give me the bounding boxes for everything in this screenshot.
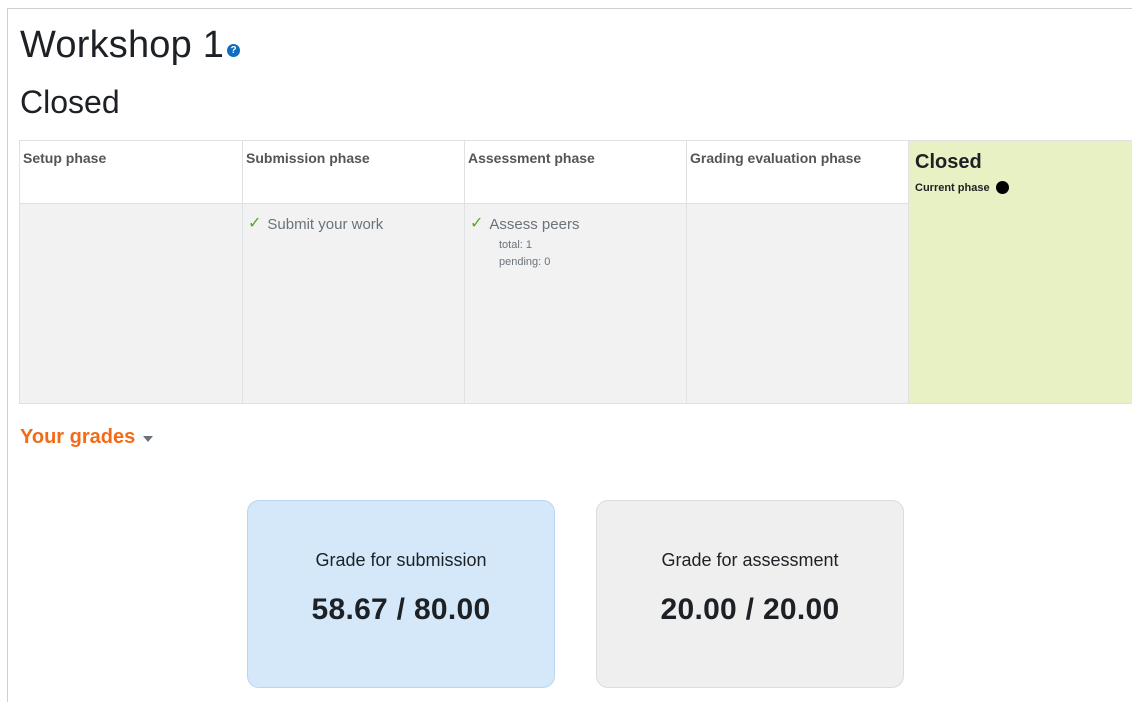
phase-grading-evaluation: Grading evaluation phase bbox=[687, 141, 909, 403]
caret-down-icon[interactable] bbox=[143, 436, 154, 442]
phase-grading-evaluation-tasks bbox=[687, 204, 908, 403]
current-phase-label: Current phase bbox=[915, 181, 990, 194]
task-label: Assess peers bbox=[489, 216, 580, 233]
phase-submission: Submission phase ✓ Submit your work bbox=[243, 141, 465, 403]
phase-assessment: Assessment phase ✓ Assess peers total: 1… bbox=[465, 141, 687, 403]
task-detail-pending: pending: 0 bbox=[499, 256, 551, 268]
phase-submission-tasks: ✓ Submit your work bbox=[243, 204, 464, 403]
current-phase-indicator: Current phase bbox=[915, 181, 1009, 194]
task-submit-work: ✓ Submit your work bbox=[248, 215, 464, 234]
grade-card-assessment: Grade for assessment 20.00 / 20.00 bbox=[596, 500, 904, 688]
phase-closed: Closed Current phase bbox=[909, 141, 1132, 403]
task-assess-peers: ✓ Assess peers bbox=[470, 215, 686, 234]
current-phase-heading: Closed bbox=[20, 84, 120, 120]
phase-submission-header: Submission phase bbox=[243, 141, 464, 204]
help-icon[interactable]: ? bbox=[227, 44, 241, 57]
page-title: Workshop 1 bbox=[20, 24, 225, 66]
phase-assessment-header: Assessment phase bbox=[465, 141, 686, 204]
grade-assessment-value: 20.00 / 20.00 bbox=[660, 593, 840, 626]
dot-icon bbox=[995, 181, 1009, 194]
task-details: total: 1 pending: 0 bbox=[499, 237, 686, 271]
phase-closed-header: Closed bbox=[915, 151, 982, 173]
grade-assessment-caption: Grade for assessment bbox=[661, 550, 839, 570]
phase-assessment-tasks: ✓ Assess peers total: 1 pending: 0 bbox=[465, 204, 686, 403]
phase-table: Setup phase Submission phase ✓ Submit yo… bbox=[19, 140, 1132, 404]
phase-grading-evaluation-header: Grading evaluation phase bbox=[687, 141, 908, 204]
task-detail-total: total: 1 bbox=[499, 239, 533, 251]
grade-card-submission: Grade for submission 58.67 / 80.00 bbox=[247, 500, 555, 688]
your-grades-toggle[interactable]: Your grades bbox=[20, 426, 154, 449]
your-grades-label[interactable]: Your grades bbox=[20, 426, 135, 449]
check-icon: ✓ bbox=[470, 215, 484, 232]
phase-setup-header: Setup phase bbox=[20, 141, 242, 204]
task-label: Submit your work bbox=[267, 216, 384, 233]
grade-submission-caption: Grade for submission bbox=[315, 550, 487, 570]
phase-setup: Setup phase bbox=[20, 141, 243, 403]
check-icon: ✓ bbox=[248, 215, 262, 232]
phase-setup-tasks bbox=[20, 204, 242, 403]
grade-submission-value: 58.67 / 80.00 bbox=[311, 593, 491, 626]
page-title-row: Workshop 1 ? bbox=[20, 24, 241, 67]
